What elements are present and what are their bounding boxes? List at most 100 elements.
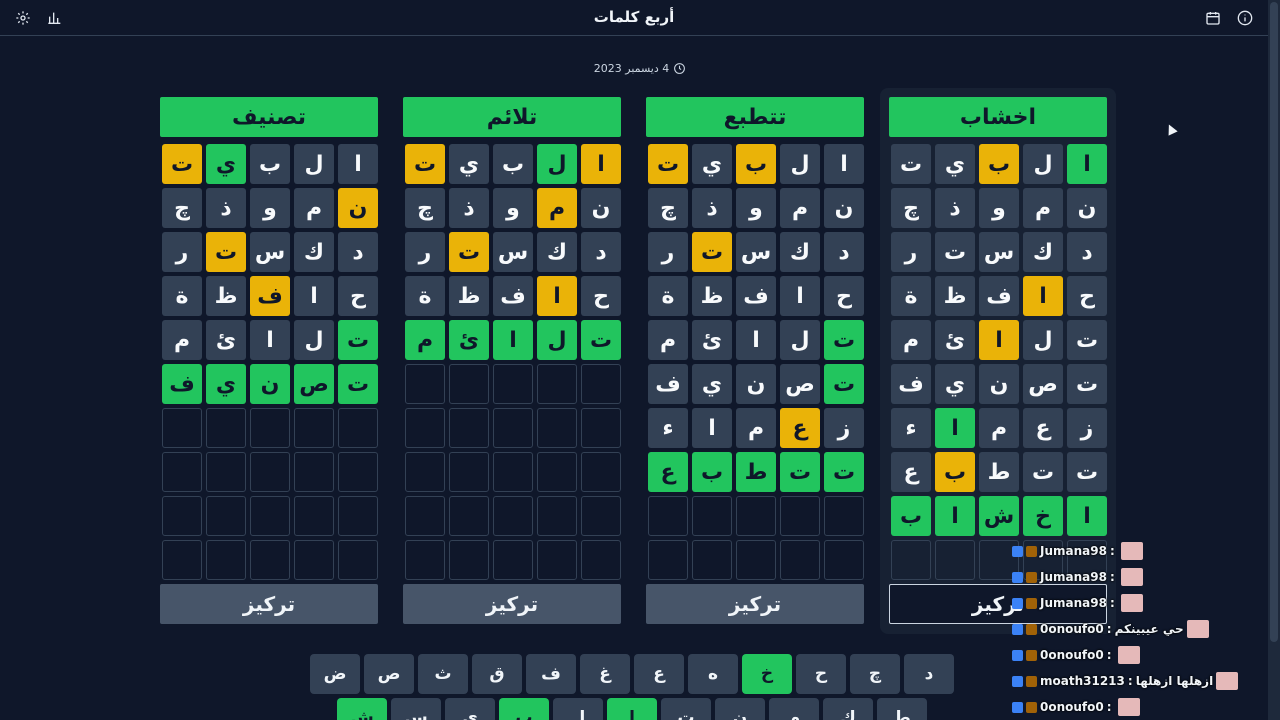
keyboard-key[interactable]: ص (364, 654, 414, 694)
chat-emote-icon (1120, 568, 1143, 586)
keyboard-key[interactable]: ح (796, 654, 846, 694)
letter-tile: ل (294, 144, 334, 184)
empty-tile (405, 496, 445, 536)
letter-tile: ا (780, 276, 820, 316)
letter-tile: ئ (692, 320, 732, 360)
keyboard-key[interactable]: خ (742, 654, 792, 694)
empty-tile (736, 540, 776, 580)
letter-tile: ر (405, 232, 445, 272)
letter-tile: ب (250, 144, 290, 184)
empty-tile (824, 540, 864, 580)
keyboard-key[interactable]: ق (472, 654, 522, 694)
letter-tile: ا (294, 276, 334, 316)
letter-tile: ي (935, 144, 975, 184)
chat-message: 0onoufo0 : حي عيبينكم (1012, 616, 1280, 642)
empty-tile (162, 408, 202, 448)
chat-badge-icon (1012, 701, 1023, 713)
letter-tile: ك (1023, 232, 1063, 272)
letter-tile: ن (736, 364, 776, 404)
empty-tile (581, 452, 621, 492)
letter-tile: ن (338, 188, 378, 228)
letter-tile: ف (891, 364, 931, 404)
empty-tile (537, 540, 577, 580)
letter-tile: م (162, 320, 202, 360)
chat-separator: : (1127, 674, 1133, 688)
letter-tile: ء (891, 408, 931, 448)
keyboard-key[interactable]: ش (337, 698, 387, 720)
empty-tile (449, 408, 489, 448)
board-grid: البيتنموذچدكسترحافظةتلائمتصنيفزعماءتتطبع… (889, 144, 1107, 580)
empty-tile (537, 408, 577, 448)
focus-button[interactable]: تركيز (160, 584, 378, 624)
letter-tile: ا (824, 144, 864, 184)
keyboard-key[interactable]: چ (850, 654, 900, 694)
keyboard-key[interactable]: س (391, 698, 441, 720)
keyboard-key[interactable]: ا (607, 698, 657, 720)
letter-tile: ح (581, 276, 621, 316)
empty-tile (891, 540, 931, 580)
chat-message: 0onoufo0 : (1012, 642, 1280, 668)
letter-tile: ت (206, 232, 246, 272)
keyboard-key[interactable]: د (904, 654, 954, 694)
letter-tile: ء (648, 408, 688, 448)
letter-tile: ت (1067, 364, 1107, 404)
keyboard-key[interactable]: ه (688, 654, 738, 694)
empty-tile (338, 408, 378, 448)
empty-tile (294, 452, 334, 492)
letter-tile: ع (891, 452, 931, 492)
keyboard-key[interactable]: ث (418, 654, 468, 694)
keyboard-key[interactable]: م (769, 698, 819, 720)
chat-separator: : (1109, 544, 1115, 558)
letter-tile: ت (648, 144, 688, 184)
empty-tile (537, 452, 577, 492)
chat-message: Jumana98 : (1012, 538, 1280, 564)
letter-tile: ذ (449, 188, 489, 228)
calendar-icon[interactable] (1204, 9, 1222, 27)
board-4[interactable]: تصنيف البيتنموذچدكسترحافظةتلائمتصنيف ترك… (151, 88, 387, 634)
letter-tile: ت (824, 320, 864, 360)
keyboard-key[interactable]: ط (877, 698, 927, 720)
keyboard-key[interactable]: ع (634, 654, 684, 694)
chat-badge-icon (1012, 675, 1023, 687)
letter-tile: ز (1067, 408, 1107, 448)
letter-tile: د (581, 232, 621, 272)
chat-text: حي عيبينكم (1114, 622, 1184, 636)
empty-tile (537, 496, 577, 536)
keyboard-key[interactable]: ن (715, 698, 765, 720)
keyboard-key[interactable]: ب (499, 698, 549, 720)
board-2[interactable]: تتطبع البيتنموذچدكسترحافظةتلائمتصنيفزعما… (637, 88, 873, 634)
keyboard-key[interactable]: ي (445, 698, 495, 720)
keyboard-key[interactable]: ف (526, 654, 576, 694)
info-icon[interactable] (1236, 9, 1254, 27)
board-3[interactable]: تلائم البيتنموذچدكسترحافظةتلائم تركيز (394, 88, 630, 634)
empty-tile (449, 496, 489, 536)
letter-tile: ح (824, 276, 864, 316)
keyboard-key[interactable]: ض (310, 654, 360, 694)
empty-tile (493, 364, 533, 404)
empty-tile (405, 364, 445, 404)
letter-tile: ن (581, 188, 621, 228)
focus-button[interactable]: تركيز (646, 584, 864, 624)
empty-tile (493, 496, 533, 536)
letter-tile: م (891, 320, 931, 360)
keyboard-key[interactable]: غ (580, 654, 630, 694)
letter-tile: ت (581, 320, 621, 360)
letter-tile: ت (1023, 452, 1063, 492)
empty-tile (294, 540, 334, 580)
empty-tile (294, 496, 334, 536)
letter-tile: ر (891, 232, 931, 272)
letter-tile: ص (780, 364, 820, 404)
keyboard-key[interactable]: ل (553, 698, 603, 720)
keyboard-key[interactable]: ك (823, 698, 873, 720)
keyboard-row-1: دچحخهعغفقثصض (310, 654, 954, 694)
chat-badge-icon (1026, 675, 1037, 687)
keyboard-key[interactable]: ت (661, 698, 711, 720)
empty-tile (449, 540, 489, 580)
letter-tile: و (979, 188, 1019, 228)
chat-message: Jumana98 : (1012, 590, 1280, 616)
letter-tile: م (1023, 188, 1063, 228)
letter-tile: ب (493, 144, 533, 184)
focus-button[interactable]: تركيز (403, 584, 621, 624)
letter-tile: ل (1023, 144, 1063, 184)
letter-tile: ب (736, 144, 776, 184)
